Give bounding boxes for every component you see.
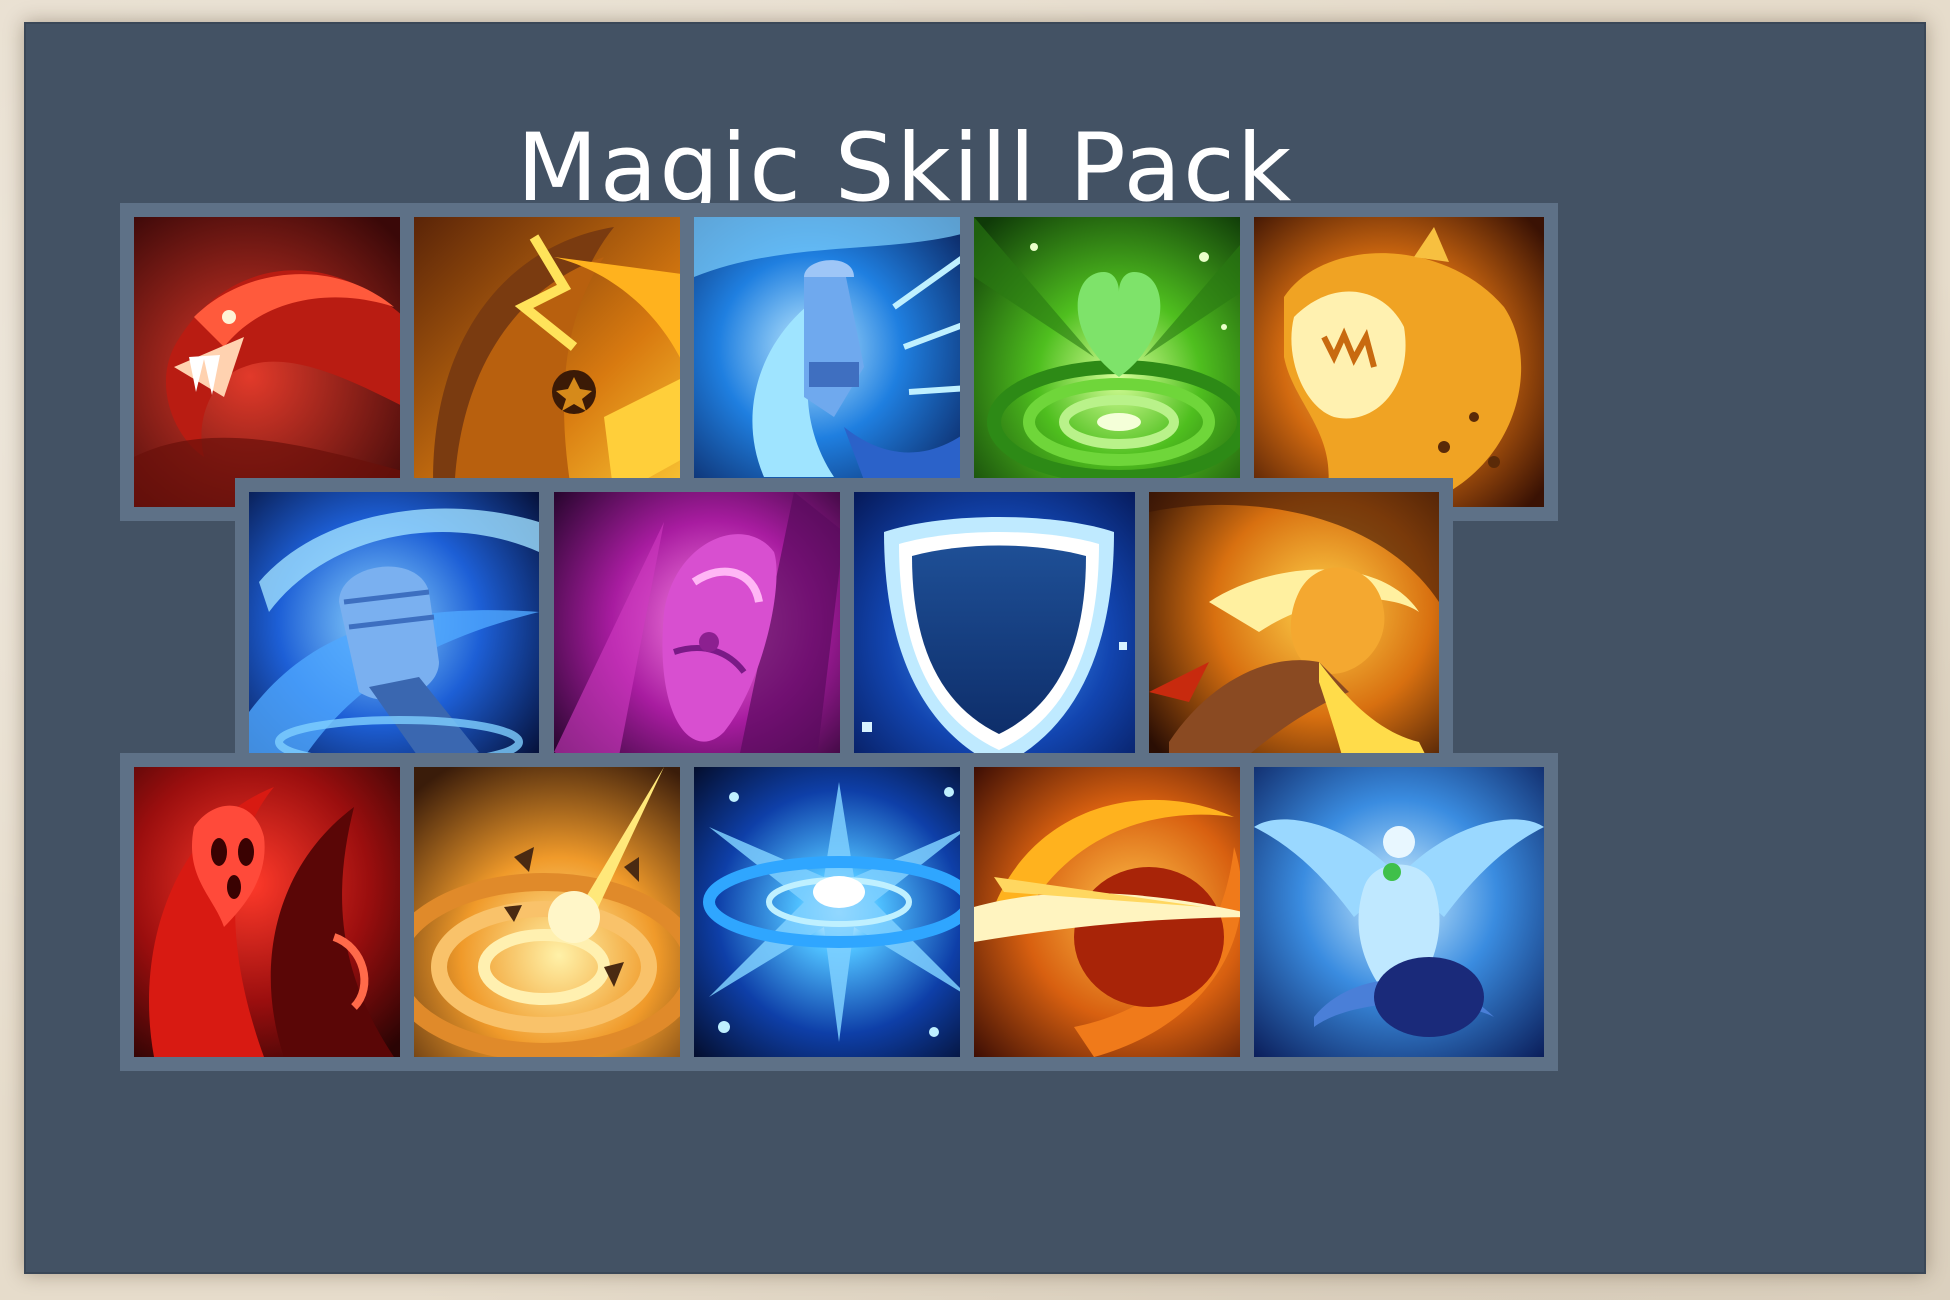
arcane-shield-icon — [854, 492, 1144, 782]
skill-slot[interactable] — [400, 753, 718, 1071]
fire-beast-icon — [1254, 217, 1544, 507]
skill-slot[interactable] — [1240, 753, 1558, 1071]
serpent-bite-icon — [134, 217, 424, 507]
frost-phoenix-icon — [1254, 767, 1544, 1057]
fire-slash-icon — [974, 767, 1264, 1057]
ice-nova-icon — [694, 767, 984, 1057]
fire-punch-icon — [1149, 492, 1439, 782]
skill-slot[interactable] — [960, 753, 1278, 1071]
flame-blast-icon — [414, 217, 704, 507]
blood-spirit-icon — [134, 767, 424, 1057]
skill-slot[interactable] — [540, 478, 858, 796]
skill-slot[interactable] — [680, 753, 998, 1071]
skill-slot[interactable] — [680, 203, 998, 521]
heal-heart-icon — [974, 217, 1264, 507]
meteor-impact-icon — [414, 767, 704, 1057]
skill-slot[interactable] — [960, 203, 1278, 521]
skill-slot[interactable] — [400, 203, 718, 521]
skill-slot[interactable] — [120, 753, 438, 1071]
skill-slot[interactable] — [235, 478, 553, 796]
skill-pack-panel: Magic Skill Pack — [24, 22, 1926, 1274]
ice-kick-icon — [694, 217, 984, 507]
skill-slot[interactable] — [1240, 203, 1558, 521]
frost-punch-icon — [249, 492, 539, 782]
skill-slot[interactable] — [1135, 478, 1453, 796]
skill-slot[interactable] — [840, 478, 1158, 796]
skill-slot[interactable] — [120, 203, 438, 521]
arcane-punch-icon — [554, 492, 844, 782]
